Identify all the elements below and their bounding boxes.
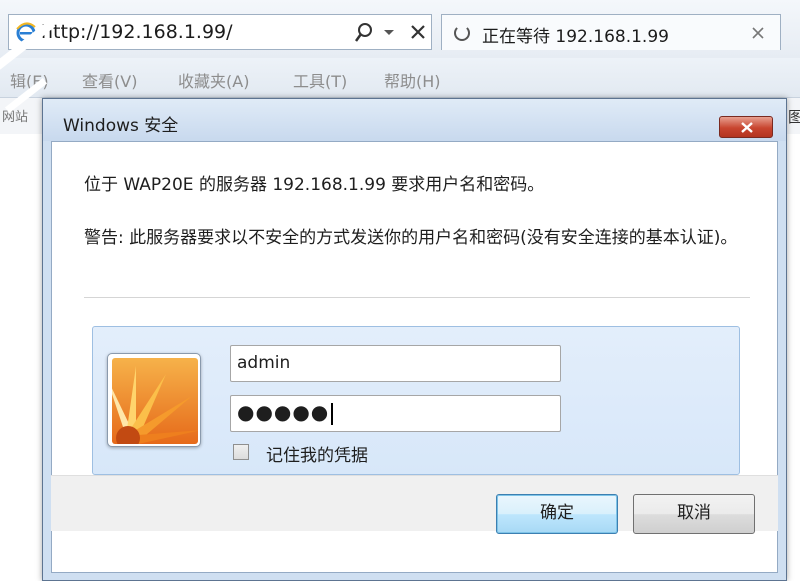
menu-help[interactable]: 帮助(H) bbox=[384, 68, 441, 92]
menu-tools[interactable]: 工具(T) bbox=[293, 68, 347, 92]
loading-spinner-icon bbox=[454, 25, 470, 41]
password-value: ●●●●● bbox=[237, 400, 334, 425]
search-icon[interactable] bbox=[355, 23, 373, 43]
menu-favorites[interactable]: 收藏夹(A) bbox=[178, 68, 249, 92]
avatar bbox=[107, 353, 201, 447]
remember-checkbox[interactable] bbox=[233, 444, 249, 460]
server-message: 位于 WAP20E 的服务器 192.168.1.99 要求用户名和密码。 bbox=[84, 175, 545, 195]
menu-bar: 辑(E) 查看(V) 收藏夹(A) 工具(T) 帮助(H) bbox=[0, 58, 800, 98]
browser-tab[interactable]: 正在等待 192.168.1.99 bbox=[441, 14, 781, 50]
text-caret bbox=[331, 402, 334, 425]
tab-title: 正在等待 192.168.1.99 bbox=[482, 27, 669, 47]
credential-panel: admin ●●●●● 记住我的凭据 bbox=[92, 326, 740, 475]
favorites-item-right[interactable]: 图 bbox=[788, 106, 800, 127]
flower-avatar-icon bbox=[112, 358, 198, 444]
username-value: admin bbox=[237, 353, 291, 373]
windows-security-dialog: Windows 安全 位于 WAP20E 的服务器 192.168.1.99 要… bbox=[42, 98, 787, 581]
dialog-footer: 确定 取消 bbox=[51, 475, 778, 534]
chevron-down-icon[interactable] bbox=[383, 29, 395, 37]
url-text: http://192.168.1.99/ bbox=[41, 21, 233, 43]
close-icon bbox=[741, 122, 753, 133]
stop-icon[interactable] bbox=[410, 24, 426, 40]
password-field[interactable]: ●●●●● bbox=[230, 395, 561, 432]
browser-addressbar: http://192.168.1.99/ 正在等待 192.168.1.99 bbox=[0, 0, 800, 58]
address-field[interactable]: http://192.168.1.99/ bbox=[8, 14, 432, 50]
dialog-title: Windows 安全 bbox=[63, 116, 179, 136]
ok-button[interactable]: 确定 bbox=[496, 494, 618, 534]
dialog-close-button[interactable] bbox=[719, 116, 773, 138]
username-field[interactable]: admin bbox=[230, 345, 561, 382]
dialog-titlebar[interactable]: Windows 安全 bbox=[43, 99, 786, 141]
cancel-button[interactable]: 取消 bbox=[633, 494, 755, 534]
security-warning: 警告: 此服务器要求以不安全的方式发送你的用户名和密码(没有安全连接的基本认证)… bbox=[84, 228, 738, 248]
divider bbox=[84, 297, 750, 298]
close-icon[interactable] bbox=[752, 27, 764, 39]
remember-label[interactable]: 记住我的凭据 bbox=[266, 441, 368, 466]
menu-view[interactable]: 查看(V) bbox=[82, 68, 137, 92]
